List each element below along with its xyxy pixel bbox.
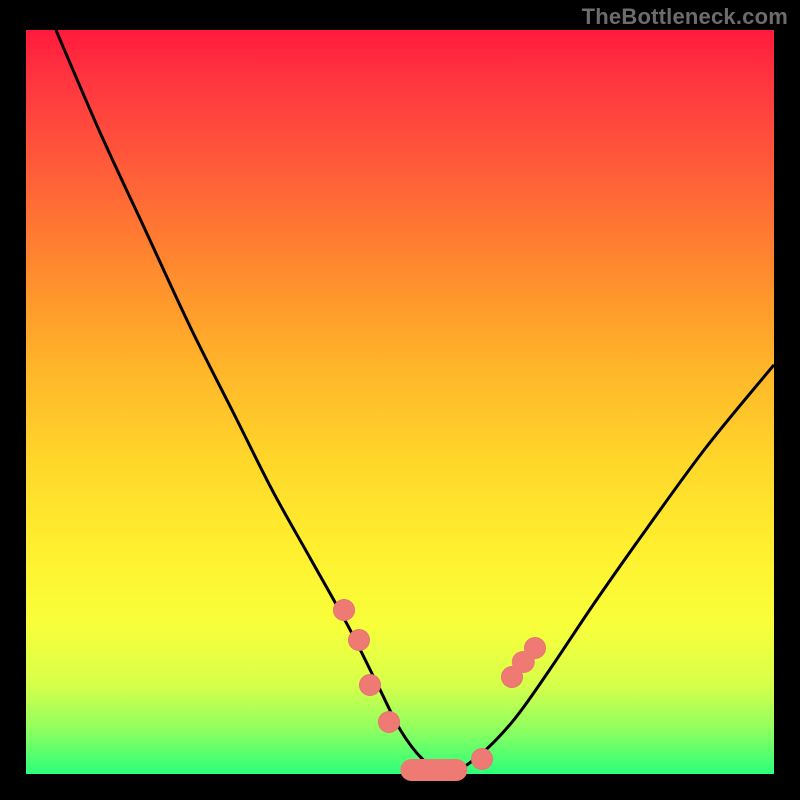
chart-frame: [26, 30, 774, 774]
curve-marker-dot: [378, 711, 400, 733]
curve-marker-dot: [471, 748, 493, 770]
watermark-text: TheBottleneck.com: [582, 4, 788, 30]
curve-marker-dot: [333, 599, 355, 621]
curve-marker-pill: [400, 759, 467, 781]
curve-marker-dot: [359, 674, 381, 696]
chart-gradient-bg: [26, 30, 774, 774]
curve-marker-dot: [348, 629, 370, 651]
